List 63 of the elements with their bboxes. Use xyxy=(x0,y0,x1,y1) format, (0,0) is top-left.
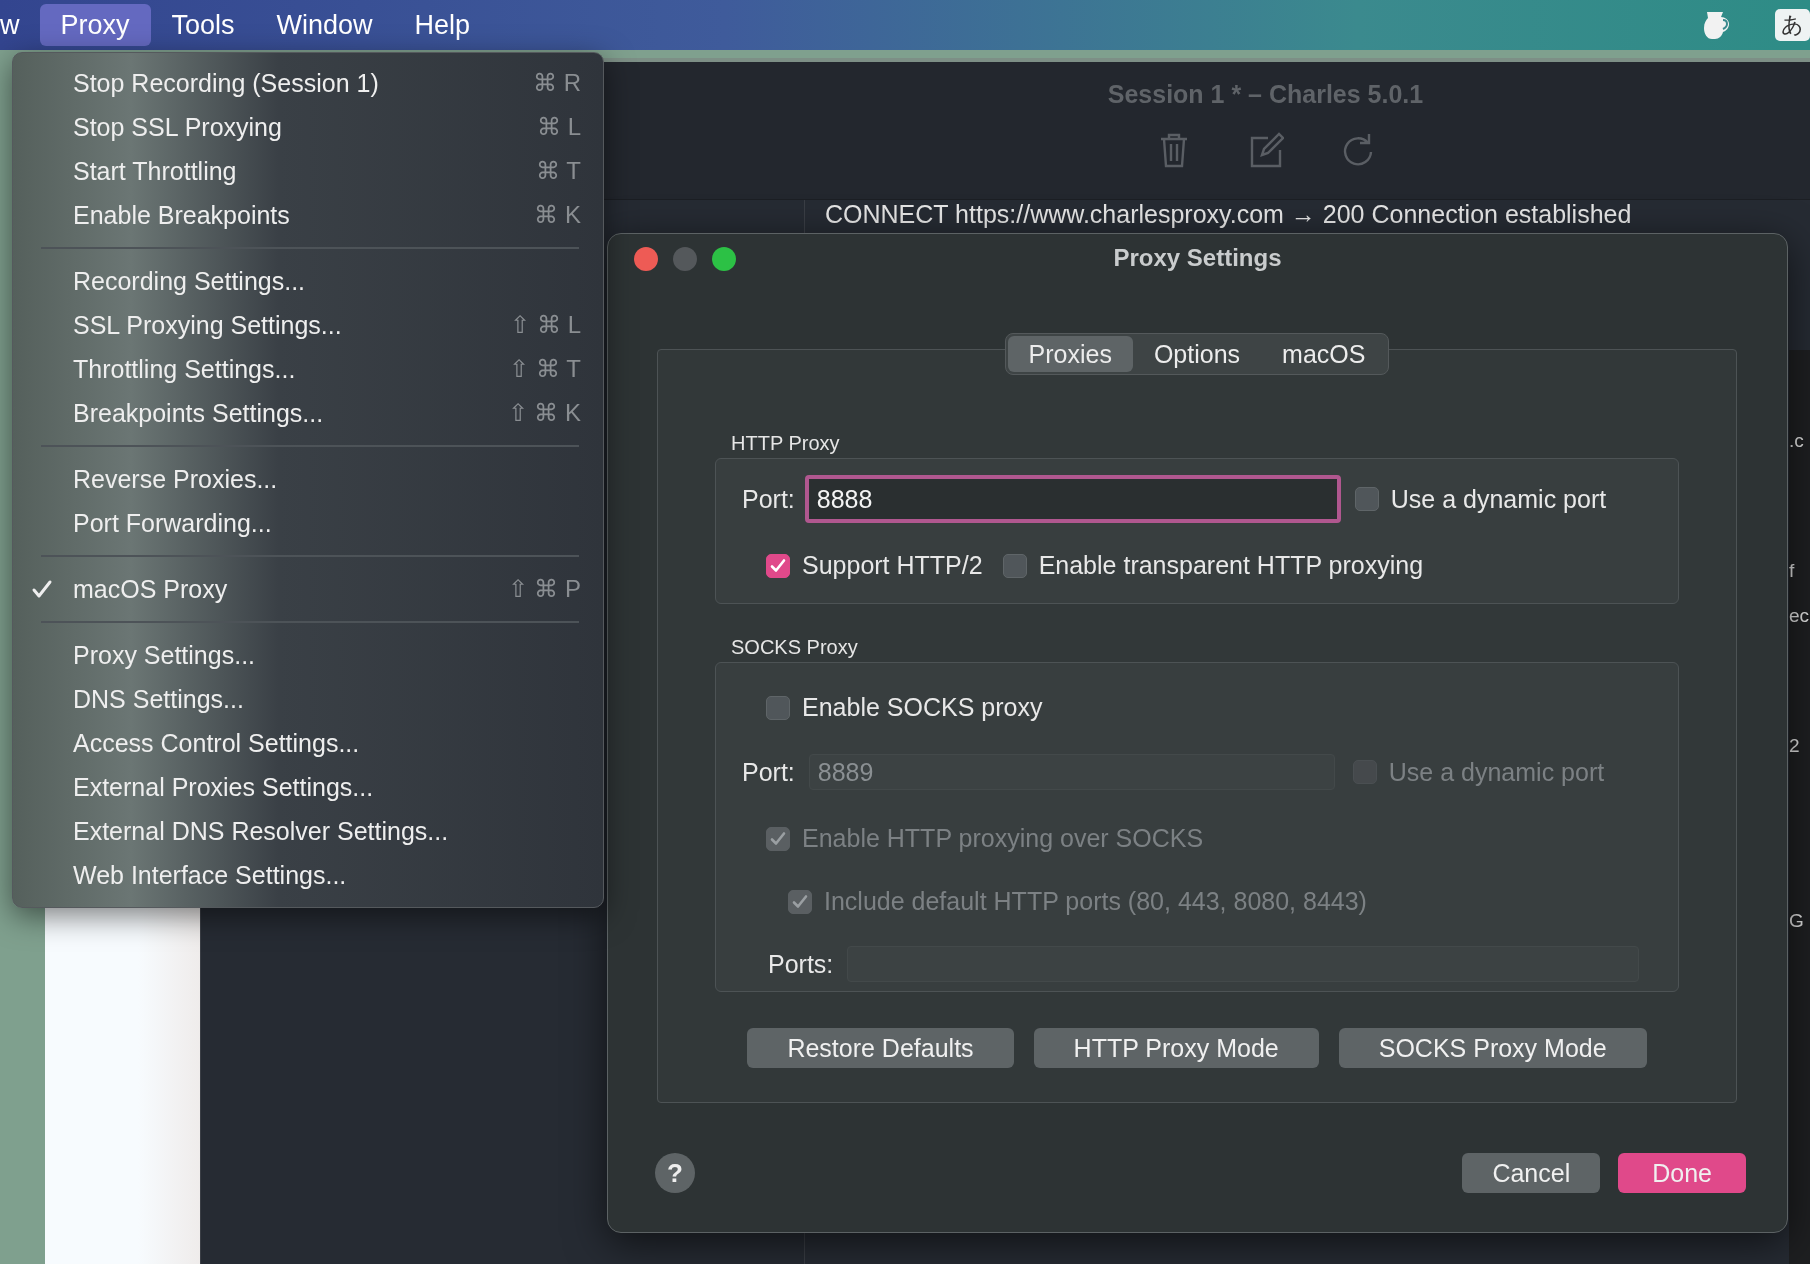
section-heading: SOCKS Proxy xyxy=(731,635,859,660)
dialog-title: Proxy Settings xyxy=(1113,244,1282,272)
menu-item[interactable]: Port Forwarding... xyxy=(13,501,603,545)
menu-item[interactable]: Stop SSL Proxying ⌘ L xyxy=(13,105,603,149)
menu-item[interactable]: Access Control Settings... xyxy=(13,721,603,765)
checkmark-icon xyxy=(791,892,809,911)
mode-button[interactable]: SOCKS Proxy Mode xyxy=(1338,1028,1647,1068)
menu-item[interactable]: DNS Settings... xyxy=(13,677,603,721)
checkbox[interactable] xyxy=(1002,553,1027,578)
checkbox-label: Enable HTTP proxying over SOCKS xyxy=(802,824,1204,853)
log-text-fragment: .c xyxy=(1789,430,1804,452)
log-text-fragment: f xyxy=(1789,560,1795,582)
menu-item[interactable]: Breakpoints Settings... ⇧ ⌘ K xyxy=(13,391,603,435)
checkmark-icon xyxy=(769,556,787,575)
zoom-button[interactable] xyxy=(712,247,736,271)
tab[interactable]: Proxies xyxy=(1007,336,1133,372)
menu-item[interactable]: Reverse Proxies... xyxy=(13,457,603,501)
checkbox[interactable] xyxy=(766,553,790,578)
menu-item[interactable]: Enable Breakpoints ⌘ K xyxy=(13,193,603,237)
help-button[interactable]: ? xyxy=(655,1153,695,1193)
dialog-button[interactable]: Cancel xyxy=(1462,1153,1601,1193)
menu-item[interactable]: Start Throttling ⌘ T xyxy=(13,149,603,193)
field-label: Port: xyxy=(742,757,795,787)
menu-item[interactable]: External Proxies Settings... xyxy=(13,765,603,809)
menu-bar-item[interactable]: Proxy xyxy=(39,4,151,46)
checkbox-label: Enable SOCKS proxy xyxy=(802,693,1043,722)
checkbox-label: Enable transparent HTTP proxying xyxy=(1038,551,1424,580)
menu-bar-item[interactable]: Window xyxy=(255,4,394,46)
port-field[interactable]: 8888 xyxy=(804,475,1341,523)
field-label: Ports: xyxy=(768,949,834,979)
dialog-button[interactable]: Done xyxy=(1618,1153,1746,1193)
tab[interactable]: macOS xyxy=(1261,336,1387,372)
menu-item[interactable]: Proxy Settings... xyxy=(13,633,603,677)
menu-bar-item[interactable]: Help xyxy=(393,4,492,46)
mode-button[interactable]: HTTP Proxy Mode xyxy=(1033,1028,1319,1068)
checkbox[interactable] xyxy=(1354,487,1379,511)
close-button[interactable] xyxy=(634,247,658,271)
minimize-button[interactable] xyxy=(673,247,697,271)
log-text-fragment: ec xyxy=(1789,605,1810,627)
log-line: CONNECT https://www.charlesproxy.com → 200 Connection established xyxy=(825,200,1632,229)
tab[interactable]: Options xyxy=(1132,336,1262,372)
menu-item[interactable]: macOS Proxy ⇧ ⌘ P xyxy=(13,567,603,611)
field-label: Port: xyxy=(742,484,795,514)
menu-item[interactable]: Recording Settings... xyxy=(13,259,603,303)
checkmark-icon xyxy=(769,829,787,848)
checkbox-label: Use a dynamic port xyxy=(1388,757,1605,787)
log-text-fragment: G xyxy=(1789,910,1804,932)
checkbox[interactable] xyxy=(766,695,790,720)
menu-item[interactable]: SSL Proxying Settings... ⇧ ⌘ L xyxy=(13,303,603,347)
menu-item[interactable]: External DNS Resolver Settings... xyxy=(13,809,603,853)
section-heading: HTTP Proxy xyxy=(731,431,841,456)
input-method-indicator[interactable]: あ xyxy=(1775,9,1810,41)
menu-item[interactable]: Web Interface Settings... xyxy=(13,853,603,897)
menu-item[interactable]: Stop Recording (Session 1) ⌘ R xyxy=(13,61,603,105)
menu-bar-item[interactable]: w xyxy=(0,4,26,46)
mode-button[interactable]: Restore Defaults xyxy=(747,1028,1014,1068)
checkbox-label: Use a dynamic port xyxy=(1390,484,1607,514)
checkbox-label: Include default HTTP ports (80, 443, 8080, 8443) xyxy=(824,887,1367,916)
checkbox-label: Support HTTP/2 xyxy=(802,551,983,580)
window-title: Session 1 * – Charles 5.0.1 xyxy=(1106,80,1424,109)
log-text-fragment: 2 xyxy=(1789,735,1800,757)
menu-bar-item[interactable]: Tools xyxy=(150,4,256,46)
menu-item[interactable]: Throttling Settings... ⇧ ⌘ T xyxy=(13,347,603,391)
